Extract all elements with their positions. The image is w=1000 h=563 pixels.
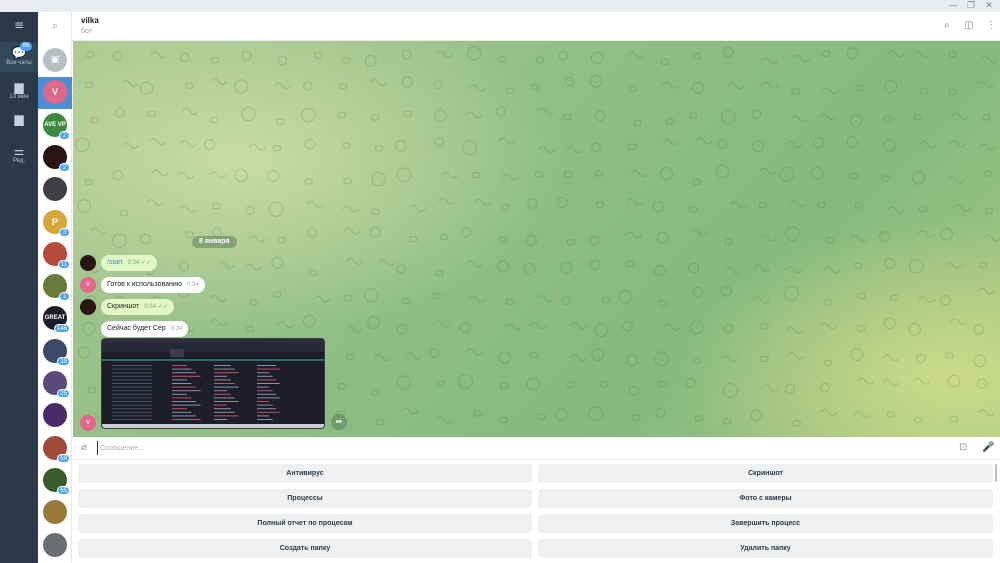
- folder-item-3[interactable]: ▆: [0, 110, 38, 132]
- chat-avatar: [43, 500, 67, 525]
- folder-label: 13 мин: [9, 94, 29, 100]
- unread-badge: 146: [53, 324, 70, 334]
- chat-row[interactable]: [38, 400, 72, 432]
- search-icon[interactable]: ⌕: [944, 20, 950, 31]
- sidebar-icon[interactable]: ◫: [964, 20, 973, 31]
- unread-badge: 1: [59, 292, 70, 302]
- chat-list: ⌕ ▣ V AVE VP 2 2 P 3 11 1 GREAT 146 19 25 59 65: [38, 12, 72, 563]
- message-text: Скриншот: [107, 303, 140, 310]
- message-time: 0:34: [127, 260, 140, 266]
- message-text: Готов к использованию: [107, 281, 183, 288]
- sliders-icon: ⚌: [13, 144, 25, 158]
- chat-row[interactable]: 25: [38, 368, 72, 400]
- chat-row[interactable]: 65: [38, 465, 72, 497]
- message-composer: ⌀ ⊡ 🎤: [73, 437, 1000, 460]
- message-outgoing: /start 0:34 ✓✓: [101, 255, 158, 271]
- bot-button-processes[interactable]: Процессы: [78, 489, 532, 508]
- folder-unread-badge: 66: [20, 42, 32, 51]
- message-time: 0:34: [144, 304, 157, 310]
- microphone-icon[interactable]: 🎤: [982, 442, 994, 453]
- unread-badge: 65: [57, 485, 70, 495]
- chat-avatar: [43, 532, 67, 557]
- bot-button-full-report[interactable]: Полный отчет по процесам: [78, 514, 532, 533]
- folder-label: Все чаты: [6, 60, 32, 66]
- keyboard-scrollbar[interactable]: [995, 464, 997, 482]
- avatar[interactable]: [80, 299, 96, 315]
- folder-rail: ≡ 💬 66 Все чаты ▆ 13 мин ▆ ⚌ Ред.: [0, 12, 38, 563]
- message-text[interactable]: /start: [107, 259, 123, 266]
- screenshot-thumbnail: [102, 339, 324, 428]
- read-check-icon: ✓✓: [158, 303, 169, 310]
- bot-button-antivirus[interactable]: Антивирус: [78, 464, 532, 483]
- archive-row[interactable]: ▣: [38, 45, 72, 77]
- chat-bubbles-icon: 💬: [11, 46, 27, 60]
- folder-label: Ред.: [12, 158, 26, 164]
- close-icon[interactable]: ✕: [980, 0, 998, 12]
- chat-header: vilka бот ⌕ ◫ ⋮: [73, 12, 1000, 41]
- message-time: 0:34: [170, 326, 183, 332]
- more-icon[interactable]: ⋮: [986, 20, 996, 31]
- chat-row[interactable]: [38, 497, 72, 529]
- message-incoming: Сейчас будет Сер 0:34: [101, 321, 189, 337]
- chat-row[interactable]: [38, 174, 72, 206]
- message-input[interactable]: [97, 441, 947, 455]
- chat-row[interactable]: [38, 530, 72, 562]
- menu-button[interactable]: ≡: [0, 18, 38, 34]
- chat-status: бот: [81, 28, 92, 35]
- unread-badge: 59: [57, 453, 70, 463]
- chat-row[interactable]: P3: [38, 207, 72, 239]
- avatar[interactable]: V: [80, 415, 96, 431]
- bot-button-camera-photo[interactable]: Фото с камеры: [538, 489, 993, 508]
- unread-badge: 3: [59, 227, 70, 237]
- chat-row[interactable]: 19: [38, 336, 72, 368]
- screenshot-photo[interactable]: [101, 338, 325, 429]
- bot-button-screenshot[interactable]: Скриншот: [538, 464, 993, 483]
- unread-badge: 11: [57, 259, 70, 269]
- bot-keyboard: Антивирус Скриншот Процессы Фото с камер…: [73, 460, 1000, 563]
- title-bar: — ❐ ✕: [0, 0, 1000, 12]
- attach-icon[interactable]: ⌀: [81, 442, 87, 453]
- chat-title[interactable]: vilka: [81, 16, 99, 25]
- read-check-icon: ✓✓: [141, 259, 152, 266]
- unread-badge: 25: [57, 389, 70, 398]
- forward-icon[interactable]: ➦: [331, 414, 347, 430]
- unread-badge: 19: [57, 356, 70, 366]
- menu-icon: ≡: [13, 18, 25, 32]
- message-incoming: Готов к использованию 0:34: [101, 277, 205, 293]
- message-text: Сейчас будет Сер: [107, 325, 166, 332]
- bot-keyboard-icon[interactable]: ⊡: [959, 442, 967, 453]
- chat-row[interactable]: 2: [38, 142, 72, 174]
- folder-item-2[interactable]: ▆ 13 мин: [0, 78, 38, 104]
- folder-icon: ▆: [14, 80, 24, 94]
- message-time: 0:34: [187, 282, 199, 288]
- message-area: 8 января /start 0:34 ✓✓ V Готов к использо…: [73, 41, 1000, 437]
- minimize-icon[interactable]: —: [944, 0, 962, 12]
- unread-badge: 2: [59, 162, 70, 172]
- bot-button-create-folder[interactable]: Создать папку: [78, 539, 532, 558]
- chat-row[interactable]: GREAT 146: [38, 303, 72, 335]
- chat-row[interactable]: 11: [38, 239, 72, 271]
- chat-avatar: [43, 403, 67, 428]
- folder-icon: ▆: [14, 112, 24, 126]
- bot-button-kill-process[interactable]: Завершить процесс: [538, 514, 993, 533]
- telegram-window: — ❐ ✕ ≡ 💬 66 Все чаты ▆ 13 мин ▆ ⚌ Ред. …: [0, 0, 1000, 563]
- edit-folders-button[interactable]: ⚌ Ред.: [0, 142, 38, 168]
- folder-all-chats[interactable]: 💬 66 Все чаты: [0, 42, 38, 72]
- avatar[interactable]: [80, 255, 96, 271]
- chat-avatar: [43, 177, 67, 202]
- chat-row[interactable]: 1: [38, 271, 72, 303]
- bot-button-delete-folder[interactable]: Удалить папку: [538, 539, 993, 558]
- maximize-icon[interactable]: ❐: [962, 0, 980, 12]
- date-separator: 8 января: [192, 236, 237, 248]
- unread-badge: 2: [59, 130, 70, 140]
- search-icon[interactable]: ⌕: [38, 12, 72, 40]
- avatar[interactable]: V: [80, 277, 96, 293]
- archive-icon: ▣: [43, 48, 67, 72]
- chat-row[interactable]: AVE VP 2: [38, 110, 72, 142]
- chat-avatar: V: [43, 80, 67, 105]
- message-outgoing: Скриншот 0:34 ✓✓: [101, 299, 175, 315]
- chat-row[interactable]: V: [38, 77, 72, 110]
- chat-row[interactable]: 59: [38, 433, 72, 465]
